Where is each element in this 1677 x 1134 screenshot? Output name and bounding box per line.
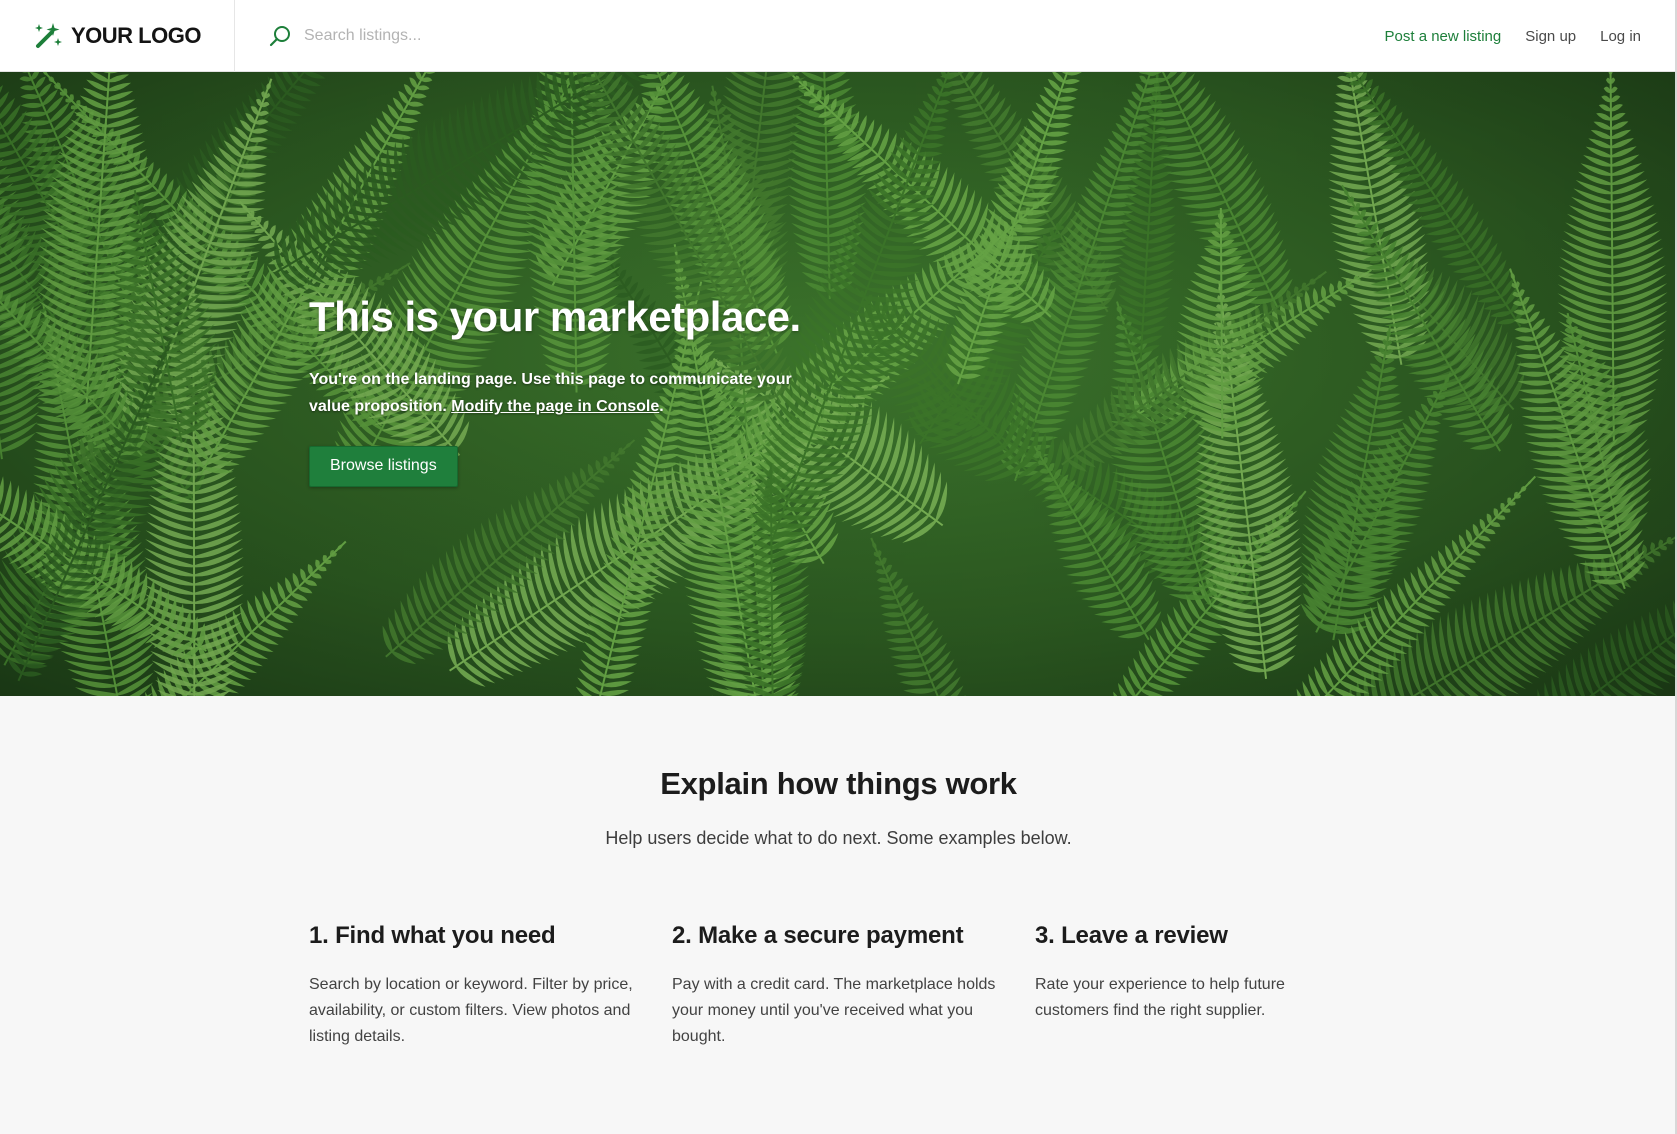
magic-wand-sparkle-icon	[33, 21, 63, 51]
search-bar	[268, 20, 788, 52]
post-listing-link[interactable]: Post a new listing	[1385, 28, 1502, 45]
step-text: Rate your experience to help future cust…	[1035, 976, 1285, 1019]
search-icon[interactable]	[268, 24, 292, 48]
top-nav: Post a new listing Sign up Log in	[1361, 0, 1641, 72]
step-card: 2. Make a secure payment Pay with a cred…	[672, 922, 1002, 1050]
search-input[interactable]	[302, 26, 762, 46]
section-title: Explain how things work	[660, 766, 1017, 801]
step-title: 2. Make a secure payment	[672, 922, 964, 949]
step-title: 1. Find what you need	[309, 922, 556, 949]
step-card: 1. Find what you need Search by location…	[309, 922, 639, 1050]
hero-title: This is your marketplace.	[309, 293, 801, 340]
step-text: Search by location or keyword. Filter by…	[309, 976, 633, 1045]
hero-content: This is your marketplace. You're on the …	[309, 292, 829, 487]
modify-page-link[interactable]: Modify the page in Console	[451, 398, 659, 415]
hero-description-end: .	[659, 398, 664, 415]
hero-description: You're on the landing page. Use this pag…	[309, 366, 829, 420]
hero-section: This is your marketplace. You're on the …	[0, 72, 1677, 696]
how-it-works-section: Explain how things work Help users decid…	[0, 696, 1677, 1134]
sign-up-link[interactable]: Sign up	[1525, 28, 1576, 45]
step-text: Pay with a credit card. The marketplace …	[672, 976, 996, 1045]
step-card: 3. Leave a review Rate your experience t…	[1035, 922, 1335, 1024]
logo-link[interactable]: YOUR LOGO	[0, 0, 235, 72]
hero-overlay	[0, 72, 1677, 696]
browse-listings-button[interactable]: Browse listings	[309, 446, 458, 487]
section-subtitle: Help users decide what to do next. Some …	[605, 828, 1072, 848]
log-in-link[interactable]: Log in	[1600, 28, 1641, 45]
logo-text: YOUR LOGO	[71, 23, 201, 48]
step-title: 3. Leave a review	[1035, 922, 1228, 949]
top-bar: YOUR LOGO Post a new listing Sign up Log…	[0, 0, 1677, 72]
